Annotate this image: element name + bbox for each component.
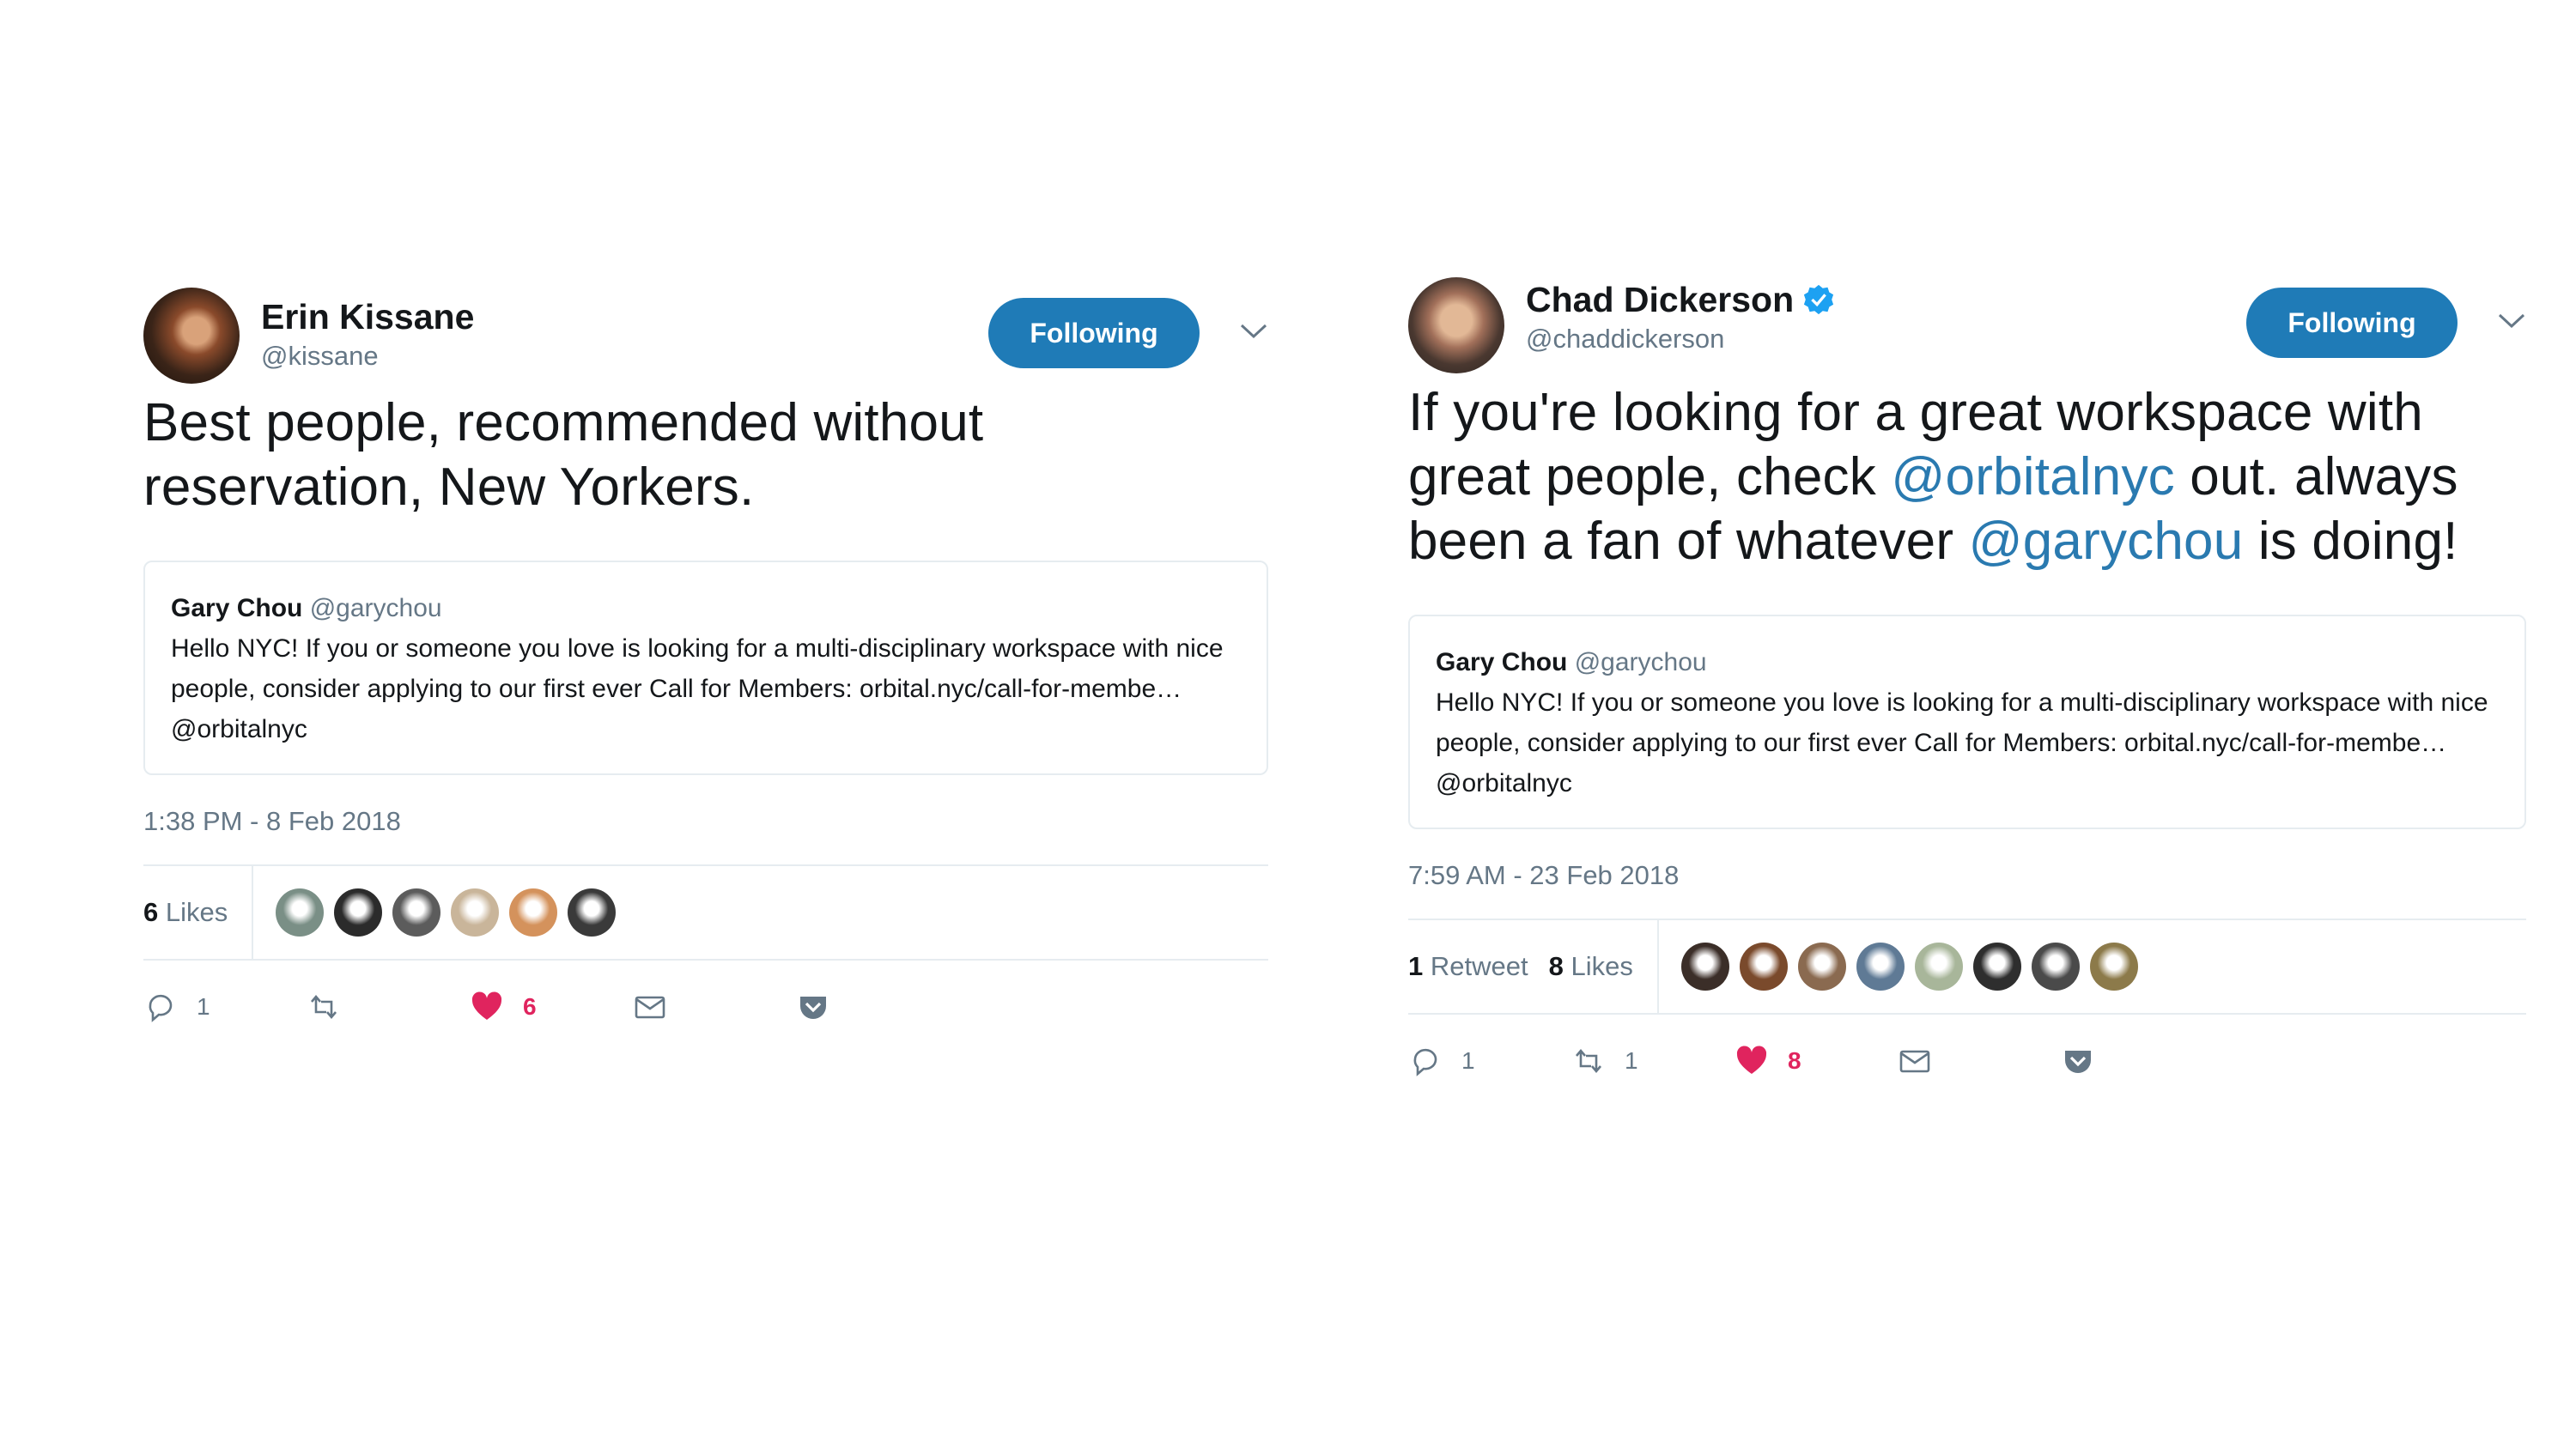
tweet-text-part: is doing! — [2243, 512, 2458, 571]
reply-icon — [149, 994, 173, 1022]
retweet-icon — [1576, 1048, 1601, 1074]
liker-avatar[interactable] — [568, 888, 617, 937]
author-names: Erin Kissane @kissane — [261, 294, 474, 373]
liker-avatar[interactable] — [334, 888, 383, 937]
tweet-header: Chad Dickerson @chaddickerson Following — [1408, 277, 2526, 380]
avatar[interactable] — [143, 288, 240, 384]
reply-icon — [1413, 1048, 1437, 1076]
quoted-tweet[interactable]: Gary Chou @garychou Hello NYC! If you or… — [1408, 615, 2526, 829]
tweet-card-kissane: Erin Kissane @kissane Following Best peo… — [143, 288, 1268, 1053]
liker-avatar[interactable] — [2089, 943, 2138, 991]
tweet-card-chaddickerson: Chad Dickerson @chaddickerson Following … — [1408, 277, 2526, 1107]
quote-author-name: Gary Chou — [171, 594, 303, 622]
display-name[interactable]: Chad Dickerson — [1526, 277, 1835, 322]
quote-author-handle: @garychou — [1574, 648, 1707, 676]
liker-avatar[interactable] — [2031, 943, 2080, 991]
liker-avatar[interactable] — [451, 888, 500, 937]
chevron-down-icon[interactable] — [2497, 312, 2526, 330]
message-action[interactable] — [1898, 1044, 2061, 1078]
retweets-stat[interactable]: 1 Retweet — [1408, 951, 1528, 982]
quote-text: Hello NYC! If you or someone you love is… — [1436, 688, 2488, 797]
chevron-down-icon[interactable] — [1239, 322, 1268, 341]
likers-avatars — [253, 888, 626, 937]
stats-bar: 1 Retweet 8 Likes — [1408, 919, 2526, 1015]
quoted-tweet[interactable]: Gary Chou @garychou Hello NYC! If you or… — [143, 561, 1268, 775]
author-names: Chad Dickerson @chaddickerson — [1526, 277, 1835, 356]
like-count: 6 — [523, 993, 537, 1020]
reply-count: 1 — [1461, 1047, 1475, 1074]
avatar[interactable] — [1408, 277, 1504, 373]
message-action[interactable] — [633, 990, 796, 1024]
pocket-action[interactable] — [2061, 1044, 2095, 1078]
handle[interactable]: @kissane — [261, 339, 474, 373]
liker-avatar[interactable] — [1680, 943, 1729, 991]
like-action[interactable]: 6 — [470, 990, 633, 1024]
likes-count: 6 — [143, 897, 159, 927]
retweet-action[interactable]: 1 — [1571, 1044, 1735, 1078]
likes-count: 8 — [1548, 951, 1564, 981]
retweet-count: 1 — [1625, 1047, 1638, 1074]
like-action[interactable]: 8 — [1735, 1044, 1898, 1078]
liker-avatar[interactable] — [509, 888, 558, 937]
likes-stat[interactable]: 8 Likes — [1549, 951, 1633, 982]
stat-counts: 6 Likes — [143, 866, 254, 959]
mention-link[interactable]: @garychou — [1969, 512, 2244, 571]
liker-avatar[interactable] — [1914, 943, 1963, 991]
retweets-label: Retweet — [1430, 951, 1528, 981]
retweet-action[interactable] — [307, 990, 470, 1024]
heart-icon — [471, 991, 502, 1020]
retweet-icon — [311, 994, 337, 1020]
retweets-count: 1 — [1408, 951, 1424, 981]
likes-stat[interactable]: 6 Likes — [143, 897, 228, 928]
reply-action[interactable]: 1 — [143, 990, 307, 1024]
quote-author-name: Gary Chou — [1436, 648, 1568, 676]
pocket-action[interactable] — [796, 990, 830, 1024]
following-button[interactable]: Following — [988, 298, 1200, 368]
stats-bar: 6 Likes — [143, 864, 1268, 961]
like-count: 8 — [1788, 1047, 1801, 1074]
quote-text: Hello NYC! If you or someone you love is… — [171, 634, 1224, 743]
likes-label: Likes — [165, 897, 228, 927]
envelope-icon — [1899, 1050, 1930, 1073]
tweet-text: Best people, recommended without reserva… — [143, 393, 984, 517]
liker-avatar[interactable] — [1739, 943, 1788, 991]
quote-author-handle: @garychou — [309, 594, 442, 622]
reply-action[interactable]: 1 — [1408, 1044, 1571, 1078]
liker-avatar[interactable] — [276, 888, 325, 937]
timestamp[interactable]: 7:59 AM - 23 Feb 2018 — [1408, 858, 2526, 893]
tweet-text: If you're looking for a great workspace … — [1408, 380, 2526, 573]
liker-avatar[interactable] — [392, 888, 441, 937]
liker-avatar[interactable] — [1972, 943, 2021, 991]
liker-avatar[interactable] — [1856, 943, 1905, 991]
action-bar: 1 1 8 — [1408, 1015, 2526, 1107]
display-name-text: Chad Dickerson — [1526, 280, 1795, 319]
action-bar: 1 6 — [143, 961, 1268, 1053]
verified-badge-icon — [1804, 284, 1834, 315]
tweet-header: Erin Kissane @kissane Following — [143, 288, 1268, 391]
pocket-icon — [800, 997, 826, 1019]
envelope-icon — [635, 996, 665, 1019]
heart-icon — [1736, 1046, 1767, 1074]
following-button[interactable]: Following — [2246, 288, 2458, 358]
liker-avatar[interactable] — [1797, 943, 1846, 991]
stat-counts: 1 Retweet 8 Likes — [1408, 920, 1659, 1013]
mention-link[interactable]: @orbitalnyc — [1891, 447, 2175, 506]
likers-avatars — [1659, 943, 2148, 991]
handle[interactable]: @chaddickerson — [1526, 322, 1835, 356]
pocket-icon — [2065, 1051, 2091, 1073]
likes-label: Likes — [1571, 951, 1633, 981]
reply-count: 1 — [197, 993, 210, 1020]
timestamp[interactable]: 1:38 PM - 8 Feb 2018 — [143, 804, 1268, 839]
display-name[interactable]: Erin Kissane — [261, 294, 474, 339]
